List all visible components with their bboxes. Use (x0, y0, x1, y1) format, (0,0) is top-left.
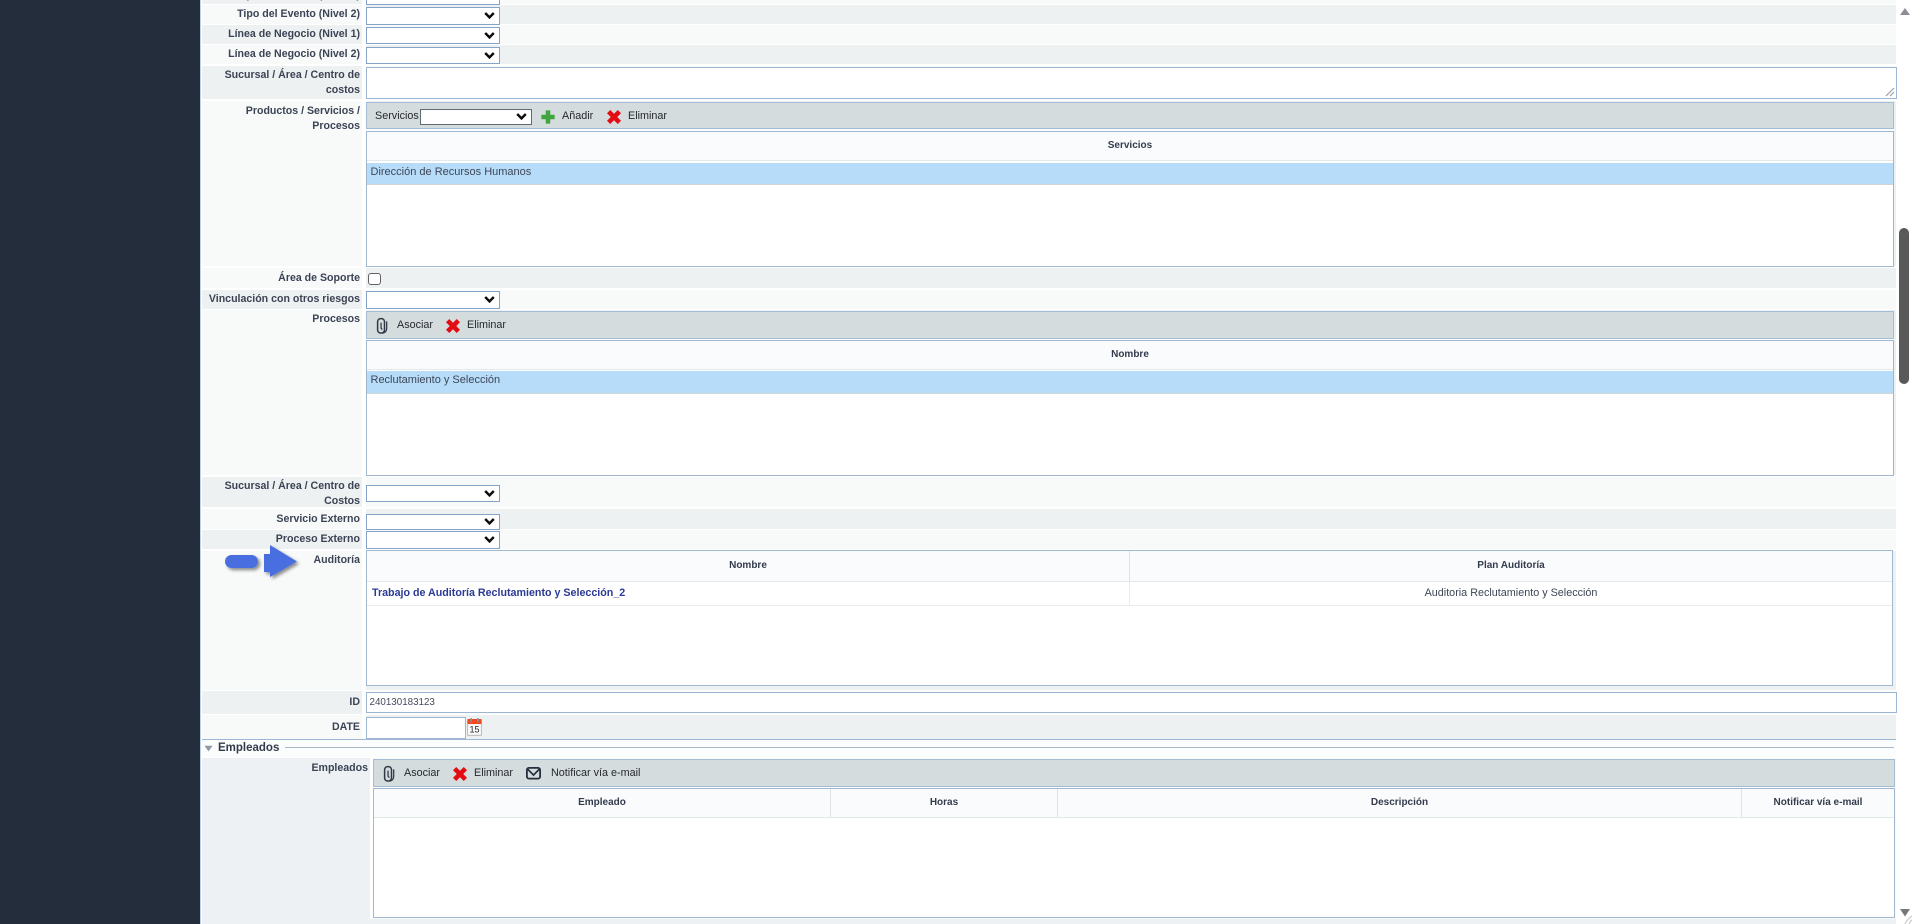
svg-text:15: 15 (469, 724, 479, 734)
